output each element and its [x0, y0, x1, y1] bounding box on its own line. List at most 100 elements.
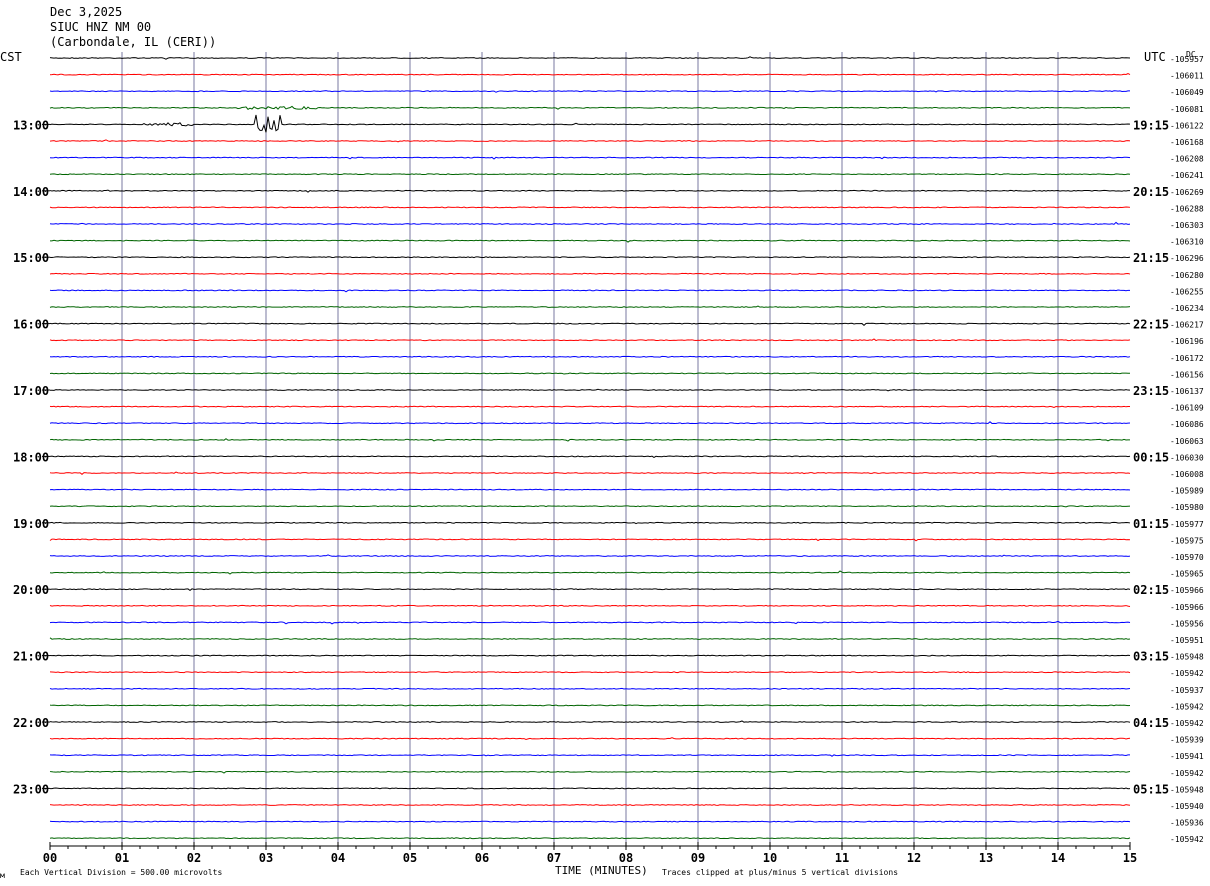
cst-hour-label: 21:00: [13, 650, 49, 664]
x-tick-label: 05: [403, 851, 417, 865]
trace-line: [49, 521, 1131, 525]
dc-offset-label: -105948: [1170, 785, 1204, 794]
right-axis-title: UTC: [1144, 50, 1166, 64]
helicorder-chart: Dec 3,2025 SIUC HNZ NM 00 (Carbondale, I…: [0, 5, 1204, 880]
utc-hour-label: 02:15: [1133, 583, 1169, 597]
dc-offset-label: -105937: [1170, 686, 1204, 695]
x-tick-label: 15: [1123, 851, 1137, 865]
dc-offset-label: -105936: [1170, 819, 1204, 828]
x-tick-label: 02: [187, 851, 201, 865]
header-location: (Carbondale, IL (CERI)): [50, 35, 216, 49]
cst-hour-labels: 13:00 14:00 15:00 16:00 17:00 18:00 19:00 20:00…: [13, 118, 50, 796]
dc-offset-label: -105941: [1170, 752, 1204, 761]
dc-offset-label: -105966: [1170, 603, 1204, 612]
trace-line: [49, 588, 1131, 591]
trace-line: [49, 737, 1131, 740]
trace-line: [49, 704, 1131, 707]
dc-offset-label: -105939: [1170, 736, 1204, 745]
dc-offset-label: -106137: [1170, 387, 1204, 396]
x-tick-label: 13: [979, 851, 993, 865]
dc-offset-label: -105966: [1170, 586, 1204, 595]
dc-offset-label: -106156: [1170, 370, 1204, 379]
scale-note: Each Vertical Division = 500.00 microvol…: [20, 868, 222, 877]
trace-line: [49, 787, 1131, 790]
cst-hour-label: 18:00: [13, 450, 49, 464]
dc-offset-label: -105942: [1170, 669, 1204, 678]
dc-offset-label: -105942: [1170, 719, 1204, 728]
utc-hour-label: 01:15: [1133, 517, 1169, 531]
trace-line: [49, 770, 1131, 774]
dc-offset-label: -106168: [1170, 138, 1204, 147]
cst-hour-label: 14:00: [13, 185, 49, 199]
dc-offset-label: -105957: [1170, 55, 1204, 64]
trace-line: [49, 687, 1131, 690]
trace-line: [49, 221, 1131, 226]
x-tick-label: 00: [43, 851, 57, 865]
cst-hour-label: 15:00: [13, 251, 49, 265]
trace-line: [49, 671, 1131, 674]
trace-line: [49, 620, 1131, 625]
cst-hour-label: 13:00: [13, 118, 49, 132]
cst-hour-label: 22:00: [13, 716, 49, 730]
x-tick-label: 09: [691, 851, 705, 865]
trace-line: [49, 156, 1131, 160]
utc-hour-label: 00:15: [1133, 450, 1169, 464]
trace-line: [49, 471, 1131, 475]
dc-offset-label: -106234: [1170, 304, 1204, 313]
dc-offset-label: -105975: [1170, 536, 1204, 545]
trace-line: [49, 73, 1131, 76]
chart-header: Dec 3,2025 SIUC HNZ NM 00 (Carbondale, I…: [50, 5, 216, 49]
dc-offset-label: -105970: [1170, 553, 1204, 562]
trace-line: [49, 256, 1131, 259]
trace-line: [49, 139, 1131, 143]
trace-line: [49, 173, 1131, 176]
trace-line: [50, 388, 1131, 392]
dc-offset-label: -106030: [1170, 453, 1204, 462]
x-tick-label: 07: [547, 851, 561, 865]
dc-offset-label: -105965: [1170, 570, 1204, 579]
dc-offset-label: -106109: [1170, 404, 1204, 413]
dc-offset-label: -106172: [1170, 354, 1204, 363]
dc-offset-label: -106196: [1170, 337, 1204, 346]
dc-offset-label: -106011: [1170, 72, 1204, 81]
x-tick-label: 08: [619, 851, 633, 865]
footer-mark: м: [0, 871, 5, 880]
dc-offset-label: -106049: [1170, 88, 1204, 97]
dc-offset-label: -105977: [1170, 520, 1204, 529]
x-axis-title: TIME (MINUTES): [555, 864, 648, 877]
dc-offset-label: -106303: [1170, 221, 1204, 230]
trace-lines: [49, 56, 1131, 840]
trace-line: [49, 272, 1131, 275]
trace-line: [49, 114, 1131, 133]
utc-hour-label: 23:15: [1133, 384, 1169, 398]
trace-line: [49, 455, 1131, 458]
minute-grid: [121, 52, 1059, 842]
dc-offset-label: -106288: [1170, 204, 1204, 213]
utc-hour-label: 04:15: [1133, 716, 1169, 730]
utc-hour-label: 03:15: [1133, 650, 1169, 664]
clip-note: Traces clipped at plus/minus 5 vertical …: [662, 868, 898, 877]
utc-hour-label: 22:15: [1133, 318, 1169, 332]
dc-offset-label: -105989: [1170, 487, 1204, 496]
trace-line: [49, 754, 1131, 757]
dc-offset-label: -105942: [1170, 835, 1204, 844]
dc-offset-label: -106255: [1170, 287, 1204, 296]
dc-offset-label: -106081: [1170, 105, 1204, 114]
trace-line: [49, 654, 1131, 657]
cst-hour-label: 23:00: [13, 782, 49, 796]
trace-line: [49, 322, 1131, 327]
x-tick-label: 01: [115, 851, 129, 865]
trace-line: [49, 56, 1131, 60]
cst-hour-label: 20:00: [13, 583, 49, 597]
trace-line: [49, 206, 1131, 209]
trace-line: [49, 488, 1131, 491]
trace-line: [49, 90, 1131, 93]
dc-offset-label: -106310: [1170, 238, 1204, 247]
dc-offset-label: -106217: [1170, 321, 1204, 330]
dc-offset-label: -105951: [1170, 636, 1204, 645]
dc-offset-label: -106280: [1170, 271, 1204, 280]
trace-line: [49, 289, 1131, 293]
cst-hour-label: 16:00: [13, 318, 49, 332]
trace-line: [49, 804, 1131, 806]
dc-offset-label: -105942: [1170, 702, 1204, 711]
